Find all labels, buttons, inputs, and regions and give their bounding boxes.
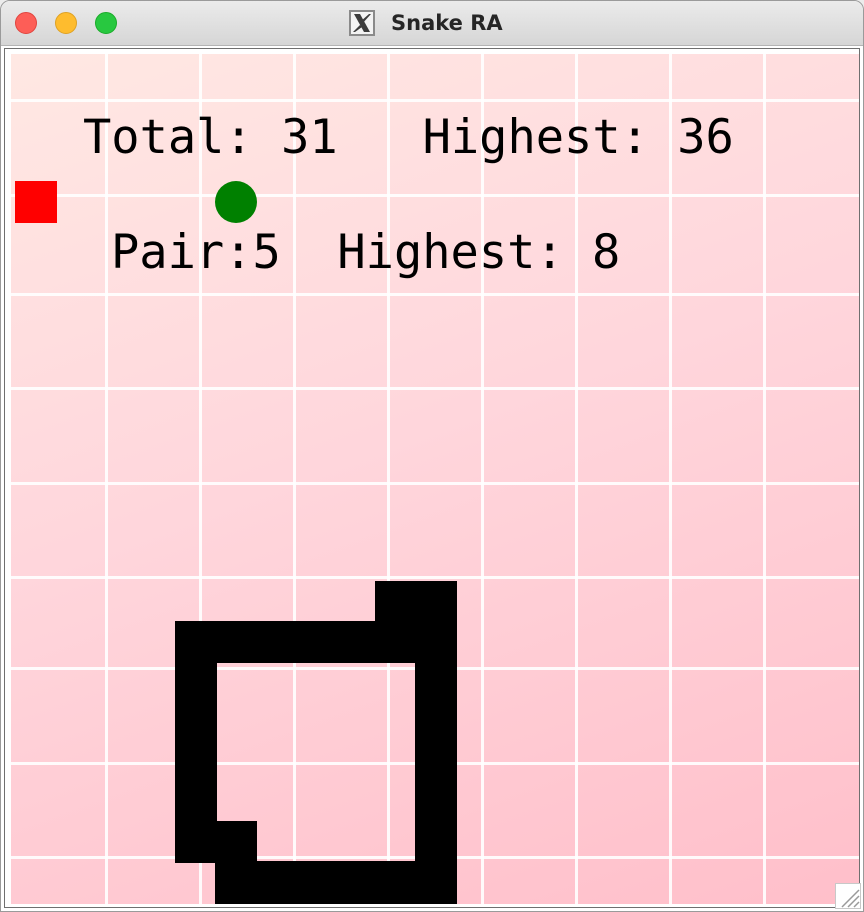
- pair-highest-label: Highest:: [337, 225, 564, 280]
- window-title-group: Snake RA: [349, 9, 503, 37]
- minimize-button[interactable]: [55, 12, 77, 34]
- food-square: [15, 181, 57, 223]
- total-label: Total:: [83, 110, 253, 165]
- total-highest-label: Highest:: [422, 110, 649, 165]
- app-window: Snake RA Total: 31 Highest: 36 Pair:5 Hi…: [0, 0, 864, 912]
- grid-line: [575, 54, 578, 904]
- grid-line: [11, 576, 859, 579]
- grid-line: [11, 482, 859, 485]
- zoom-button[interactable]: [95, 12, 117, 34]
- snake-tail: [215, 861, 457, 904]
- grid-line: [105, 54, 108, 904]
- grid-line: [387, 54, 390, 904]
- pair-score-line: Pair:5 Highest: 8: [111, 229, 620, 276]
- total-highest-value: 36: [677, 110, 734, 165]
- grid-line: [11, 194, 859, 197]
- total-score-line: Total: 31 Highest: 36: [83, 114, 734, 161]
- total-value: 31: [281, 110, 338, 165]
- resize-grip-icon[interactable]: [835, 883, 861, 909]
- pair-label: Pair:: [111, 225, 253, 280]
- game-board[interactable]: Total: 31 Highest: 36 Pair:5 Highest: 8: [11, 54, 859, 904]
- snake-head: [375, 581, 457, 623]
- close-button[interactable]: [15, 12, 37, 34]
- grid-line: [481, 54, 484, 904]
- grid-line: [763, 54, 766, 904]
- grid-line: [11, 387, 859, 390]
- grid-line: [11, 99, 859, 102]
- x11-icon: [349, 10, 375, 36]
- grid-line: [293, 54, 296, 904]
- title-bar[interactable]: Snake RA: [1, 1, 863, 46]
- pair-highest-value: 8: [592, 225, 621, 280]
- window-title: Snake RA: [391, 11, 503, 35]
- pair-value: 5: [252, 225, 281, 280]
- green-goal-dot: [215, 181, 257, 223]
- grid-line: [669, 54, 672, 904]
- grid-line: [11, 293, 859, 296]
- snake-segment: [175, 821, 257, 863]
